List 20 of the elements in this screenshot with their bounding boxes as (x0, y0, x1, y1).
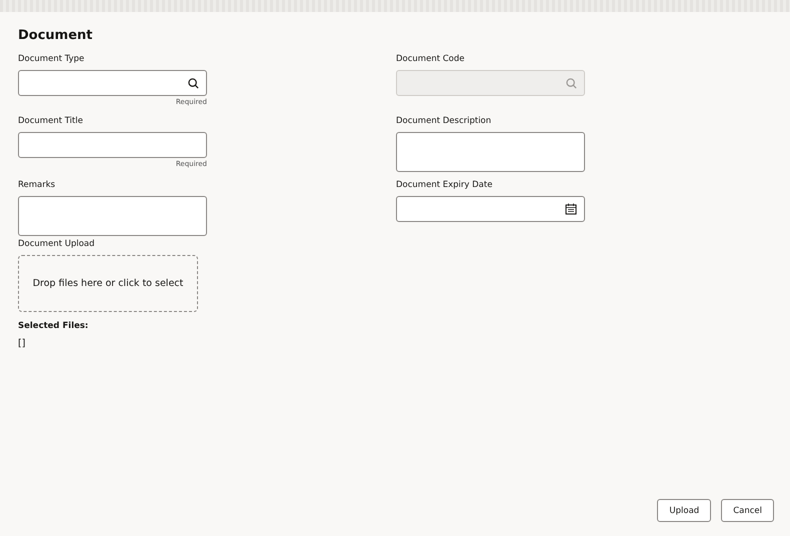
search-icon[interactable] (188, 78, 199, 88)
section-title: Document (18, 27, 94, 44)
field-label: Document Code (396, 53, 466, 65)
input-field[interactable] (18, 70, 207, 96)
field-label: Document Upload (18, 238, 96, 250)
field-label: Remarks (18, 179, 56, 191)
field-label: Document Title (18, 115, 84, 127)
field-label: Document Description (396, 115, 492, 127)
selected-files-label: Selected Files: (18, 320, 90, 332)
upload-button[interactable]: Upload (657, 499, 712, 522)
input-field[interactable] (18, 132, 207, 158)
cancel-button[interactable]: Cancel (721, 499, 774, 522)
field-label: Document Expiry Date (396, 179, 494, 191)
input-field[interactable] (396, 132, 585, 172)
field-label: Document Type (18, 53, 86, 65)
file-dropzone[interactable]: Drop files here or click to select (18, 255, 198, 312)
input-field[interactable] (18, 196, 207, 236)
calendar-icon[interactable] (565, 203, 577, 215)
date-field[interactable] (396, 196, 585, 222)
selected-files-value: [] (18, 338, 26, 350)
